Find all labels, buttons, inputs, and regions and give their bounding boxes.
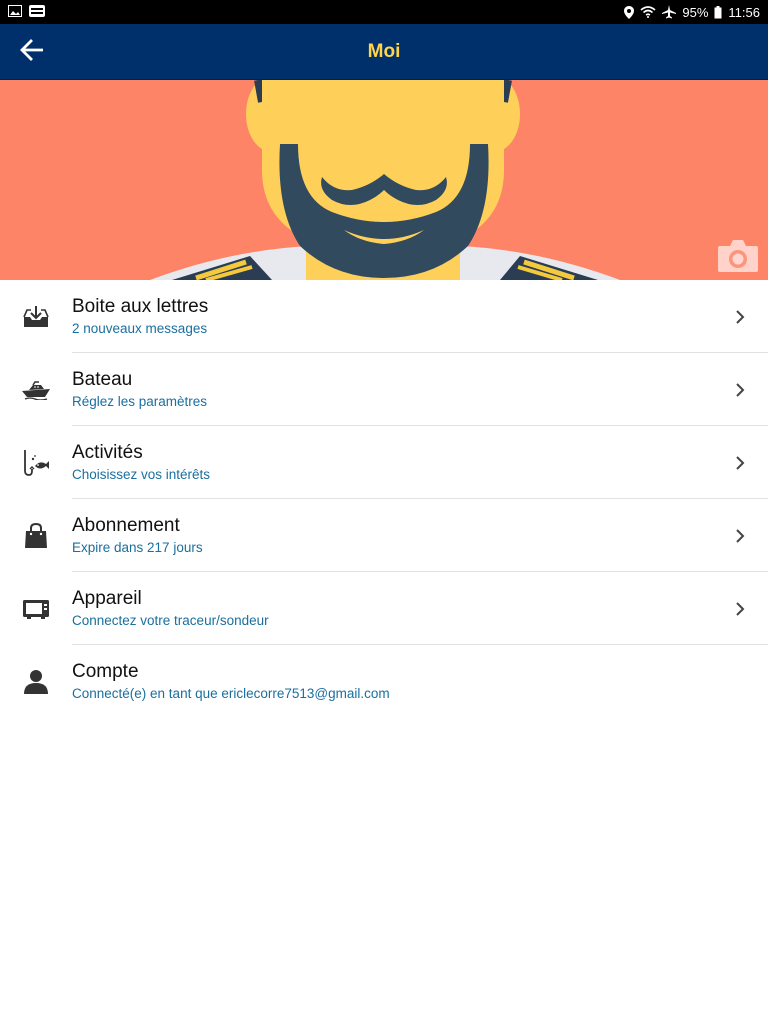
menu-item-subtitle: Expire dans 217 jours bbox=[72, 540, 203, 555]
clock: 11:56 bbox=[728, 4, 760, 20]
inbox-icon bbox=[0, 305, 72, 329]
status-right: 95% 11:56 bbox=[624, 5, 760, 20]
menu-item-boat[interactable]: Bateau Réglez les paramètres bbox=[0, 353, 768, 426]
menu-item-title: Appareil bbox=[72, 588, 142, 609]
menu-item-subtitle: Réglez les paramètres bbox=[72, 394, 208, 409]
menu-item-text: Abonnement Expire dans 217 jours bbox=[72, 514, 712, 557]
menu-item-text: Activités Choisissez vos intérêts bbox=[72, 441, 712, 484]
menu-item-subtitle: Connectez votre traceur/sondeur bbox=[72, 613, 269, 628]
fishing-icon bbox=[0, 449, 72, 477]
battery-percent: 95% bbox=[682, 4, 709, 20]
menu-item-text: Bateau Réglez les paramètres bbox=[72, 368, 712, 411]
status-bar: 95% 11:56 bbox=[0, 0, 768, 24]
person-icon bbox=[0, 669, 72, 695]
menu-item-title: Boite aux lettres bbox=[72, 296, 209, 317]
menu-item-title: Activités bbox=[72, 442, 143, 463]
app-bar: Moi bbox=[0, 24, 768, 80]
back-button[interactable] bbox=[14, 37, 50, 67]
menu-item-title: Compte bbox=[72, 661, 139, 682]
menu-item-text: Boite aux lettres 2 nouveaux messages bbox=[72, 295, 712, 338]
menu-item-subtitle: Connecté(e) en tant que ericlecorre7513@… bbox=[72, 686, 390, 701]
device-icon bbox=[0, 598, 72, 620]
chevron-right-icon bbox=[712, 309, 768, 324]
menu-item-account[interactable]: Compte Connecté(e) en tant que ericlecor… bbox=[0, 645, 768, 718]
captain-avatar-image bbox=[150, 80, 620, 280]
menu-item-text: Compte Connecté(e) en tant que ericlecor… bbox=[72, 660, 712, 703]
chevron-right-icon bbox=[712, 601, 768, 616]
status-left bbox=[8, 4, 46, 21]
profile-banner[interactable] bbox=[0, 80, 768, 280]
battery-icon bbox=[714, 5, 722, 19]
change-photo-button[interactable] bbox=[716, 238, 760, 274]
chevron-right-icon bbox=[712, 382, 768, 397]
shopping-bag-icon bbox=[0, 522, 72, 549]
menu-item-subtitle: Choisissez vos intérêts bbox=[72, 467, 211, 482]
settings-menu: Boite aux lettres 2 nouveaux messages Ba… bbox=[0, 280, 768, 718]
chevron-right-icon bbox=[712, 528, 768, 543]
location-icon bbox=[624, 5, 635, 19]
chevron-right-icon bbox=[712, 455, 768, 470]
menu-item-mailbox[interactable]: Boite aux lettres 2 nouveaux messages bbox=[0, 280, 768, 353]
menu-item-text: Appareil Connectez votre traceur/sondeur bbox=[72, 587, 712, 630]
camera-icon bbox=[716, 240, 760, 278]
arrow-left-icon bbox=[20, 38, 44, 66]
menu-item-title: Bateau bbox=[72, 369, 133, 390]
app-notification-icon bbox=[28, 4, 46, 21]
menu-item-device[interactable]: Appareil Connectez votre traceur/sondeur bbox=[0, 572, 768, 645]
wifi-icon bbox=[640, 6, 656, 18]
menu-item-subtitle: 2 nouveaux messages bbox=[72, 321, 208, 336]
gallery-icon bbox=[8, 4, 22, 20]
menu-item-subscription[interactable]: Abonnement Expire dans 217 jours bbox=[0, 499, 768, 572]
menu-item-title: Abonnement bbox=[72, 515, 180, 536]
airplane-icon bbox=[662, 5, 677, 19]
boat-icon bbox=[0, 380, 72, 400]
menu-item-activities[interactable]: Activités Choisissez vos intérêts bbox=[0, 426, 768, 499]
page-title: Moi bbox=[367, 40, 401, 62]
